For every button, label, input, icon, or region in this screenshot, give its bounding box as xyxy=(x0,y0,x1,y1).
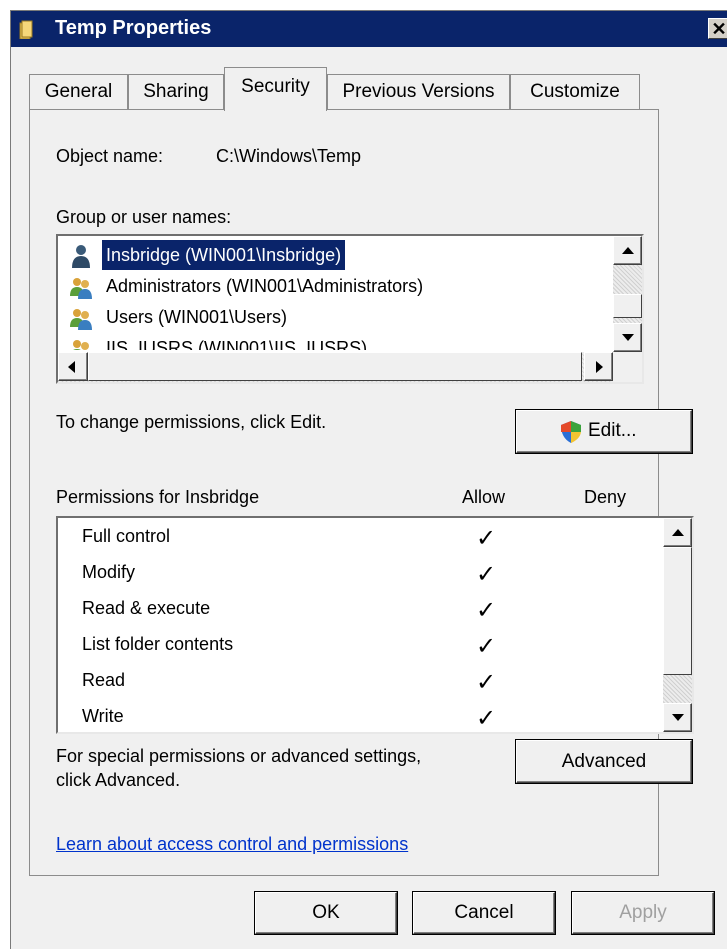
list-item[interactable]: Users (WIN001\Users) xyxy=(58,302,612,333)
table-row: List folder contents ✓ xyxy=(58,628,658,664)
ok-button[interactable]: OK xyxy=(255,892,397,934)
tab-security[interactable]: Security xyxy=(224,67,327,111)
table-row: Read ✓ xyxy=(58,664,658,700)
tab-previous-versions[interactable]: Previous Versions xyxy=(327,74,510,109)
permissions-vscrollbar[interactable] xyxy=(663,518,692,732)
tab-customize[interactable]: Customize xyxy=(510,74,640,109)
permission-name: Full control xyxy=(82,526,171,546)
arrow-down-icon xyxy=(672,714,684,721)
allow-header: Allow xyxy=(462,487,506,507)
permission-name: List folder contents xyxy=(82,634,234,654)
advanced-button[interactable]: Advanced xyxy=(516,740,692,783)
list-item[interactable]: Insbridge (WIN001\Insbridge) xyxy=(58,240,612,271)
user-list[interactable]: Insbridge (WIN001\Insbridge) Administrat… xyxy=(56,234,644,384)
scroll-thumb[interactable] xyxy=(613,294,642,318)
permissions-list[interactable]: Full control ✓ Modify ✓ Read & execute ✓… xyxy=(56,516,694,734)
allow-check: ✓ xyxy=(476,669,497,696)
properties-dialog: Temp Properties ✕ General Sharing Securi… xyxy=(10,10,727,949)
permission-name: Write xyxy=(82,706,124,726)
permission-name: Read & execute xyxy=(82,598,211,618)
permission-name: Modify xyxy=(82,562,136,582)
close-button[interactable]: ✕ xyxy=(708,18,727,39)
learn-access-control-link[interactable]: Learn about access control and permissio… xyxy=(56,834,408,855)
allow-check: ✓ xyxy=(476,561,497,588)
scroll-right-button[interactable] xyxy=(584,352,613,381)
uac-shield-icon xyxy=(561,421,581,443)
tab-sharing[interactable]: Sharing xyxy=(128,74,224,109)
user-name: Insbridge (WIN001\Insbridge) xyxy=(102,240,346,270)
table-row: Read & execute ✓ xyxy=(58,592,658,628)
tab-general[interactable]: General xyxy=(29,74,128,109)
group-icon xyxy=(70,278,92,299)
hscroll-thumb[interactable] xyxy=(88,352,582,381)
security-tab-panel: Object name: C:\Windows\Temp Group or us… xyxy=(29,109,694,876)
arrow-left-icon xyxy=(68,361,75,373)
change-permissions-hint: To change permissions, click Edit. xyxy=(56,412,327,432)
window-title: Temp Properties xyxy=(55,17,212,39)
title-bar: Temp Properties ✕ xyxy=(11,11,727,47)
user-name: IIS_IUSRS (WIN001\IIS_IUSRS) xyxy=(106,338,368,350)
allow-check: ✓ xyxy=(476,705,497,730)
object-name-value: C:\Windows\Temp xyxy=(216,146,362,166)
group-user-names-label: Group or user names: xyxy=(56,207,232,227)
permissions-for-label: Permissions for Insbridge xyxy=(56,487,260,507)
list-item[interactable]: IIS_IUSRS (WIN001\IIS_IUSRS) xyxy=(58,333,612,350)
arrow-up-icon xyxy=(622,247,634,254)
permission-name: Read xyxy=(82,670,126,690)
arrow-up-icon xyxy=(672,529,684,536)
list-item[interactable]: Administrators (WIN001\Administrators) xyxy=(58,271,612,302)
arrow-right-icon xyxy=(596,361,603,373)
scroll-thumb[interactable] xyxy=(663,547,692,675)
advanced-hint-line1: For special permissions or advanced sett… xyxy=(56,746,422,766)
user-list-hscrollbar[interactable] xyxy=(58,352,613,382)
advanced-hint-line2: click Advanced. xyxy=(56,770,181,790)
edit-button[interactable]: Edit... xyxy=(516,410,692,453)
scroll-up-button[interactable] xyxy=(613,236,642,265)
object-name-label: Object name: xyxy=(56,146,164,166)
table-row: Full control ✓ xyxy=(58,520,658,556)
group-icon xyxy=(70,309,92,330)
group-icon xyxy=(73,340,89,350)
arrow-down-icon xyxy=(622,334,634,341)
table-row: Write ✓ xyxy=(58,700,658,730)
user-list-vscrollbar[interactable] xyxy=(613,236,642,352)
scroll-down-button[interactable] xyxy=(663,703,692,732)
user-name: Administrators (WIN001\Administrators) xyxy=(106,276,424,296)
user-name: Users (WIN001\Users) xyxy=(106,307,288,327)
scroll-down-button[interactable] xyxy=(613,323,642,352)
scroll-left-button[interactable] xyxy=(58,352,88,381)
table-row: Modify ✓ xyxy=(58,556,658,592)
allow-check: ✓ xyxy=(476,597,497,624)
scroll-up-button[interactable] xyxy=(663,518,692,547)
deny-header: Deny xyxy=(584,487,627,507)
apply-button[interactable]: Apply xyxy=(572,892,714,934)
folder-icon xyxy=(19,20,33,39)
allow-check: ✓ xyxy=(476,633,497,660)
user-icon xyxy=(72,245,90,268)
edit-button-label: Edit... xyxy=(588,420,637,441)
scroll-corner xyxy=(613,352,642,382)
cancel-button[interactable]: Cancel xyxy=(413,892,555,934)
allow-check: ✓ xyxy=(476,525,497,552)
